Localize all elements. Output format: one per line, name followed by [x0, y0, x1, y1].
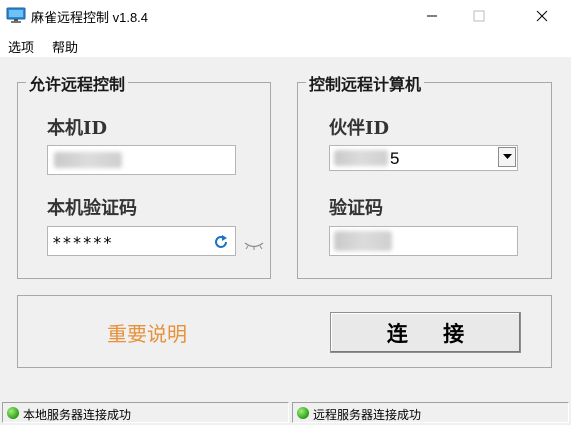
local-code-value: ****** [52, 233, 113, 252]
important-notes-link[interactable]: 重要说明 [107, 318, 187, 347]
remote-code-label: 验证码 [329, 198, 383, 219]
local-code-label: 本机验证码 [47, 198, 137, 219]
status-bar: 本地服务器连接成功 远程服务器连接成功 [0, 400, 571, 425]
dropdown-arrow-icon[interactable] [498, 147, 516, 167]
monitor-icon [6, 7, 26, 24]
allow-remote-legend: 允许远程控制 [26, 71, 129, 95]
remote-code-field[interactable] [329, 226, 518, 256]
partner-id-masked-value [334, 150, 388, 166]
control-remote-legend: 控制远程计算机 [306, 71, 425, 95]
eye-closed-icon[interactable] [243, 236, 265, 250]
connect-button[interactable]: 连 接 [330, 312, 521, 353]
minimize-icon [427, 15, 437, 16]
status-green-dot-icon [297, 407, 309, 419]
close-icon [536, 10, 548, 21]
partner-id-value: 5 [390, 149, 400, 168]
status-green-dot-icon [7, 407, 19, 419]
partner-id-label: 伙伴ID [329, 118, 390, 139]
menu-options[interactable]: 选项 [8, 37, 34, 56]
title-bar: 麻雀远程控制 v1.8.4 [0, 0, 571, 31]
refresh-icon[interactable] [213, 234, 229, 250]
local-id-masked-value [54, 152, 122, 168]
local-server-status-text: 本地服务器连接成功 [23, 408, 132, 422]
remote-server-status: 远程服务器连接成功 [292, 402, 569, 423]
maximize-icon [473, 10, 485, 21]
remote-server-status-text: 远程服务器连接成功 [313, 408, 422, 422]
local-id-label: 本机ID [47, 118, 108, 139]
local-id-field[interactable] [47, 145, 236, 175]
maximize-button[interactable] [456, 0, 502, 31]
local-code-field[interactable]: ****** [47, 226, 236, 256]
minimize-button[interactable] [409, 0, 455, 31]
window-title: 麻雀远程控制 v1.8.4 [31, 10, 149, 25]
menu-help[interactable]: 帮助 [52, 37, 78, 56]
local-server-status: 本地服务器连接成功 [2, 402, 289, 423]
partner-id-select[interactable]: 5 [329, 145, 518, 171]
menu-bar: 选项 帮助 [0, 31, 571, 57]
remote-code-masked-value [334, 231, 392, 251]
close-button[interactable] [519, 0, 565, 31]
